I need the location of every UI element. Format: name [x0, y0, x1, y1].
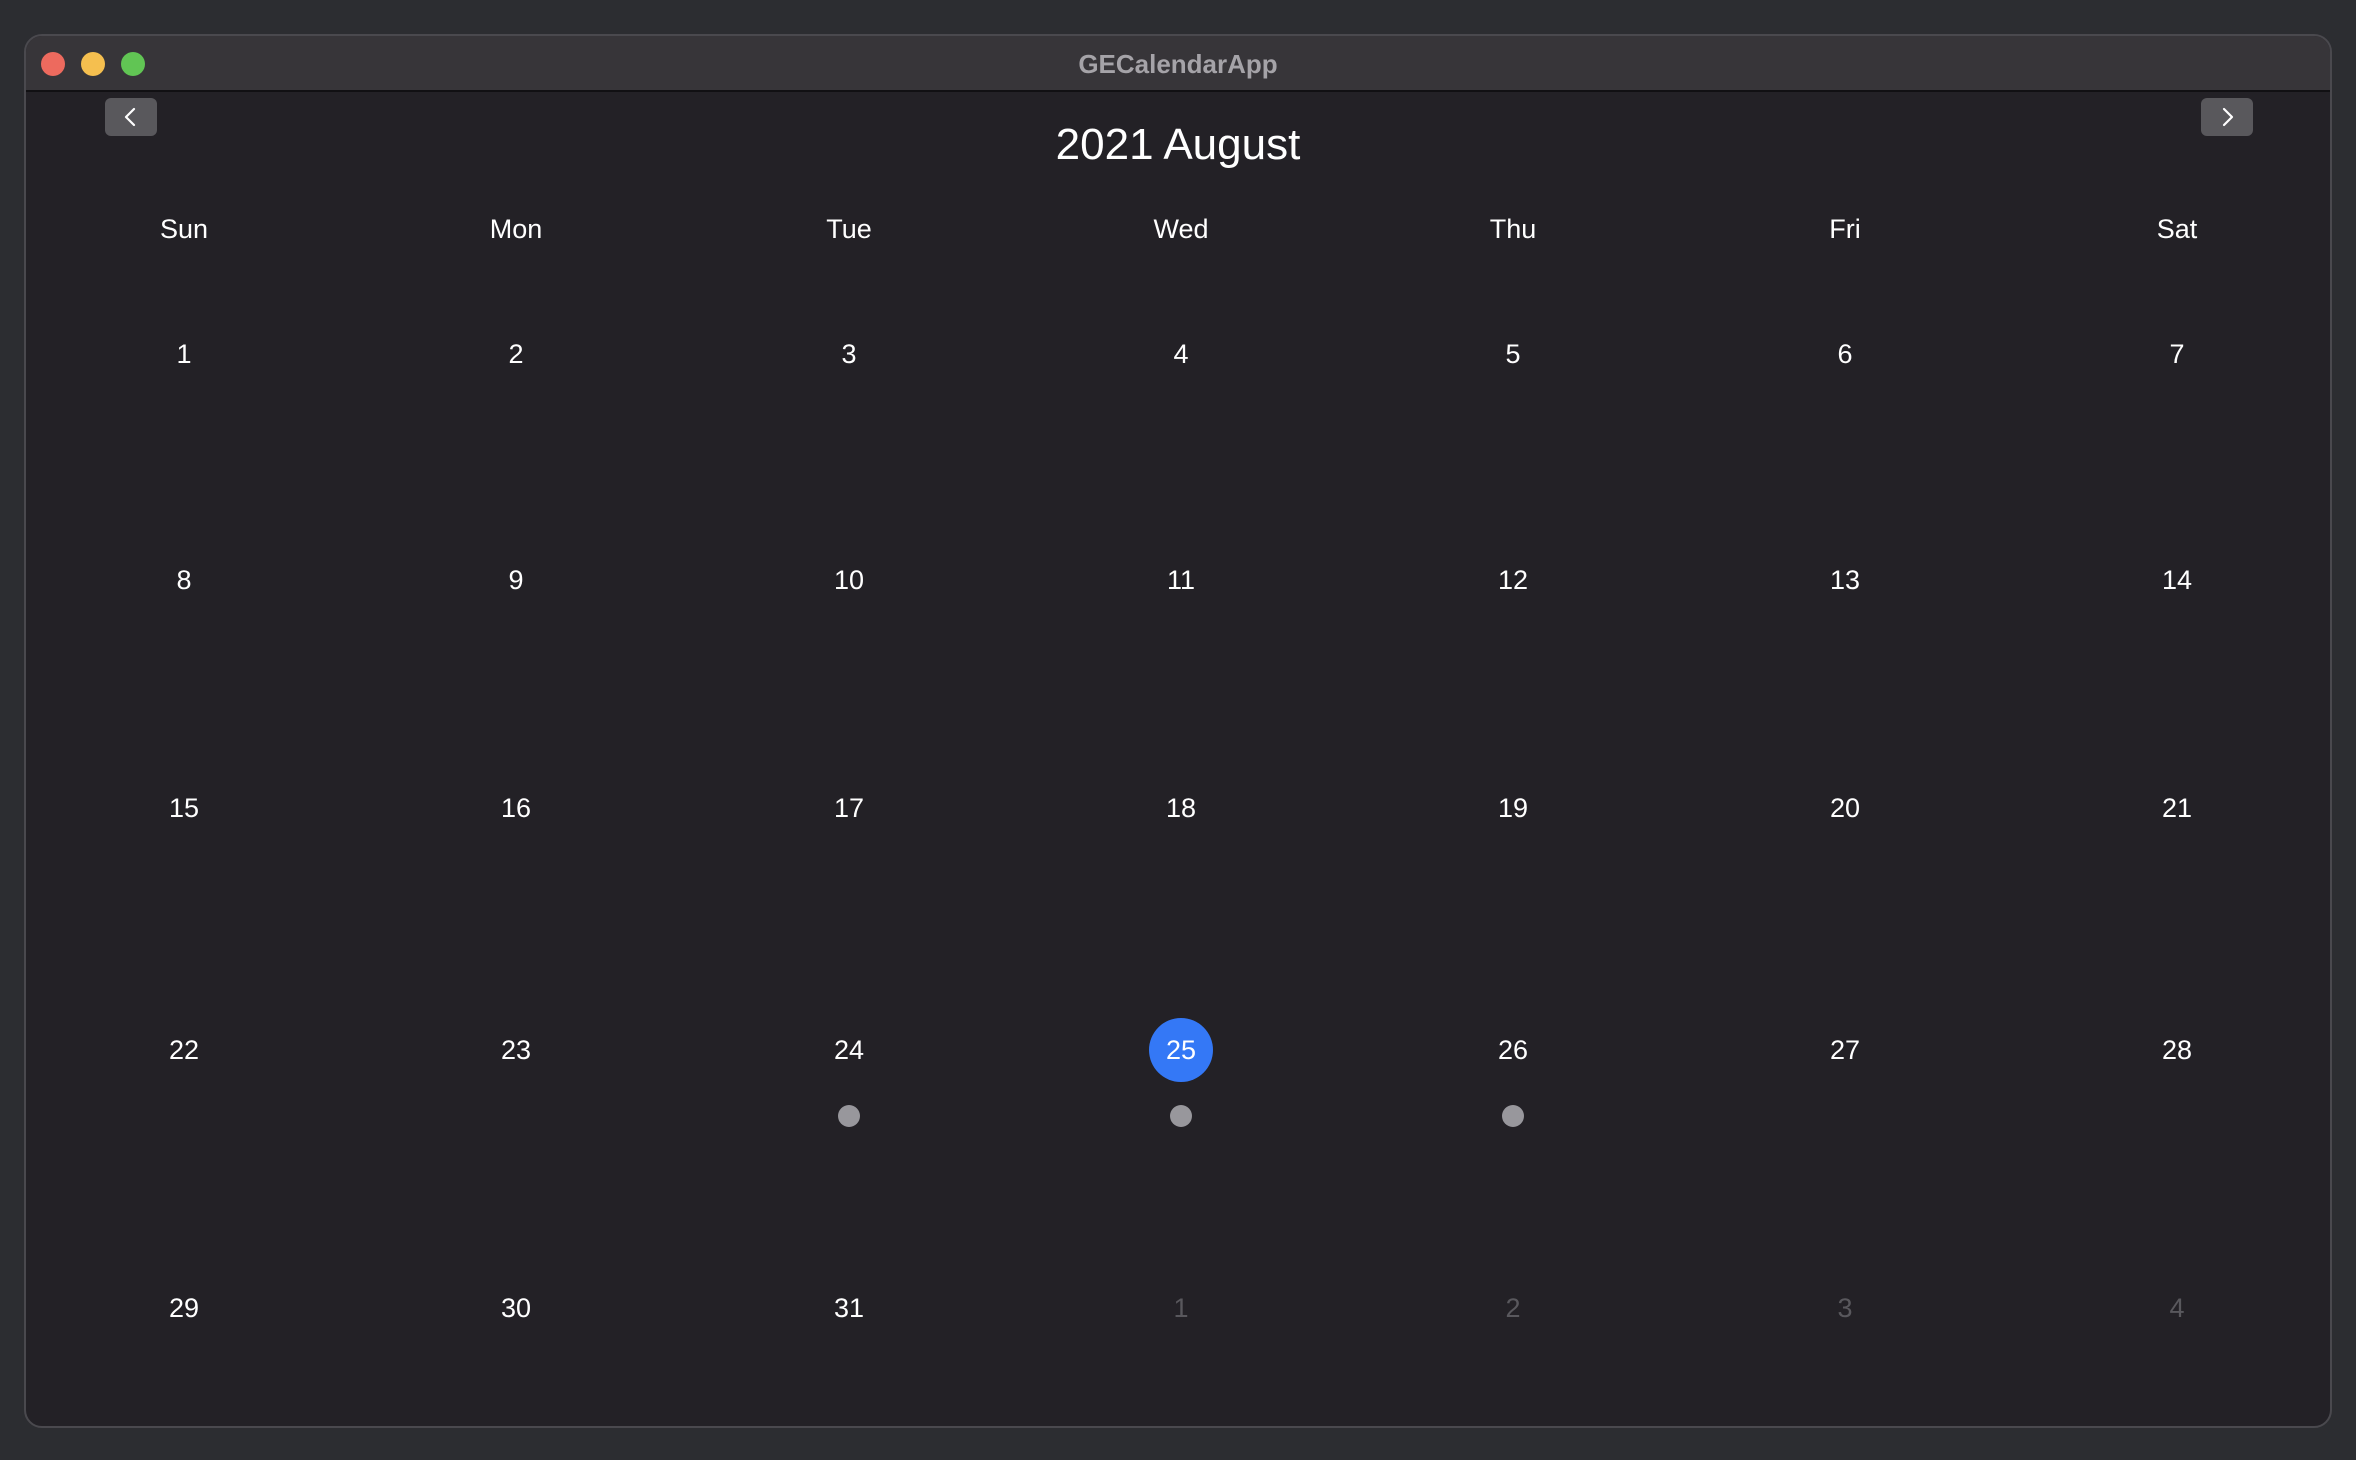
- event-indicator-dot: [1502, 1105, 1524, 1127]
- day-cell[interactable]: 8: [152, 548, 216, 612]
- day-cell[interactable]: 3: [1813, 1276, 1877, 1340]
- day-cell-selected[interactable]: 25: [1149, 1018, 1213, 1082]
- day-cell[interactable]: 23: [484, 1018, 548, 1082]
- day-cell[interactable]: 14: [2145, 548, 2209, 612]
- window-title: GECalendarApp: [1078, 49, 1278, 79]
- day-cell[interactable]: 1: [1149, 1276, 1213, 1340]
- day-cell[interactable]: 20: [1813, 776, 1877, 840]
- day-cell[interactable]: 10: [817, 548, 881, 612]
- next-month-button[interactable]: [2201, 98, 2253, 136]
- day-cell[interactable]: 2: [484, 322, 548, 386]
- day-cell[interactable]: 21: [2145, 776, 2209, 840]
- day-cell[interactable]: 22: [152, 1018, 216, 1082]
- day-cell[interactable]: 7: [2145, 322, 2209, 386]
- month-title: 2021 August: [1055, 120, 1301, 169]
- day-cell[interactable]: 4: [1149, 322, 1213, 386]
- weekday-wed: Wed: [1153, 214, 1209, 244]
- day-cell[interactable]: 15: [152, 776, 216, 840]
- day-cell[interactable]: 30: [484, 1276, 548, 1340]
- day-cell[interactable]: 11: [1149, 548, 1213, 612]
- day-cell[interactable]: 26: [1481, 1018, 1545, 1082]
- day-cell[interactable]: 18: [1149, 776, 1213, 840]
- weekday-sun: Sun: [159, 214, 209, 244]
- day-cell[interactable]: 28: [2145, 1018, 2209, 1082]
- title-bar[interactable]: GECalendarApp: [26, 36, 2330, 92]
- day-cell[interactable]: 31: [817, 1276, 881, 1340]
- day-cell[interactable]: 4: [2145, 1276, 2209, 1340]
- day-cell[interactable]: 27: [1813, 1018, 1877, 1082]
- weekday-fri: Fri: [1829, 214, 1861, 244]
- day-cell[interactable]: 13: [1813, 548, 1877, 612]
- day-cell[interactable]: 12: [1481, 548, 1545, 612]
- day-cell[interactable]: 6: [1813, 322, 1877, 386]
- day-cell[interactable]: 5: [1481, 322, 1545, 386]
- event-indicator-dot: [1170, 1105, 1192, 1127]
- day-cell[interactable]: 16: [484, 776, 548, 840]
- day-cell[interactable]: 3: [817, 322, 881, 386]
- day-cell[interactable]: 17: [817, 776, 881, 840]
- weekday-sat: Sat: [2156, 214, 2198, 244]
- day-cell[interactable]: 9: [484, 548, 548, 612]
- chevron-right-icon: [2222, 107, 2234, 127]
- weekday-thu: Thu: [1489, 214, 1537, 244]
- weekday-header-row: Sun Mon Tue Wed Thu Fri Sat: [26, 214, 2330, 254]
- weekday-tue: Tue: [826, 214, 872, 244]
- app-window: GECalendarApp 2021 August Sun Mon Tue Wed Th…: [24, 34, 2332, 1428]
- day-cell[interactable]: 1: [152, 322, 216, 386]
- day-cell[interactable]: 19: [1481, 776, 1545, 840]
- day-cell[interactable]: 2: [1481, 1276, 1545, 1340]
- day-cell[interactable]: 29: [152, 1276, 216, 1340]
- event-indicator-dot: [838, 1105, 860, 1127]
- day-cell[interactable]: 24: [817, 1018, 881, 1082]
- weekday-mon: Mon: [489, 214, 543, 244]
